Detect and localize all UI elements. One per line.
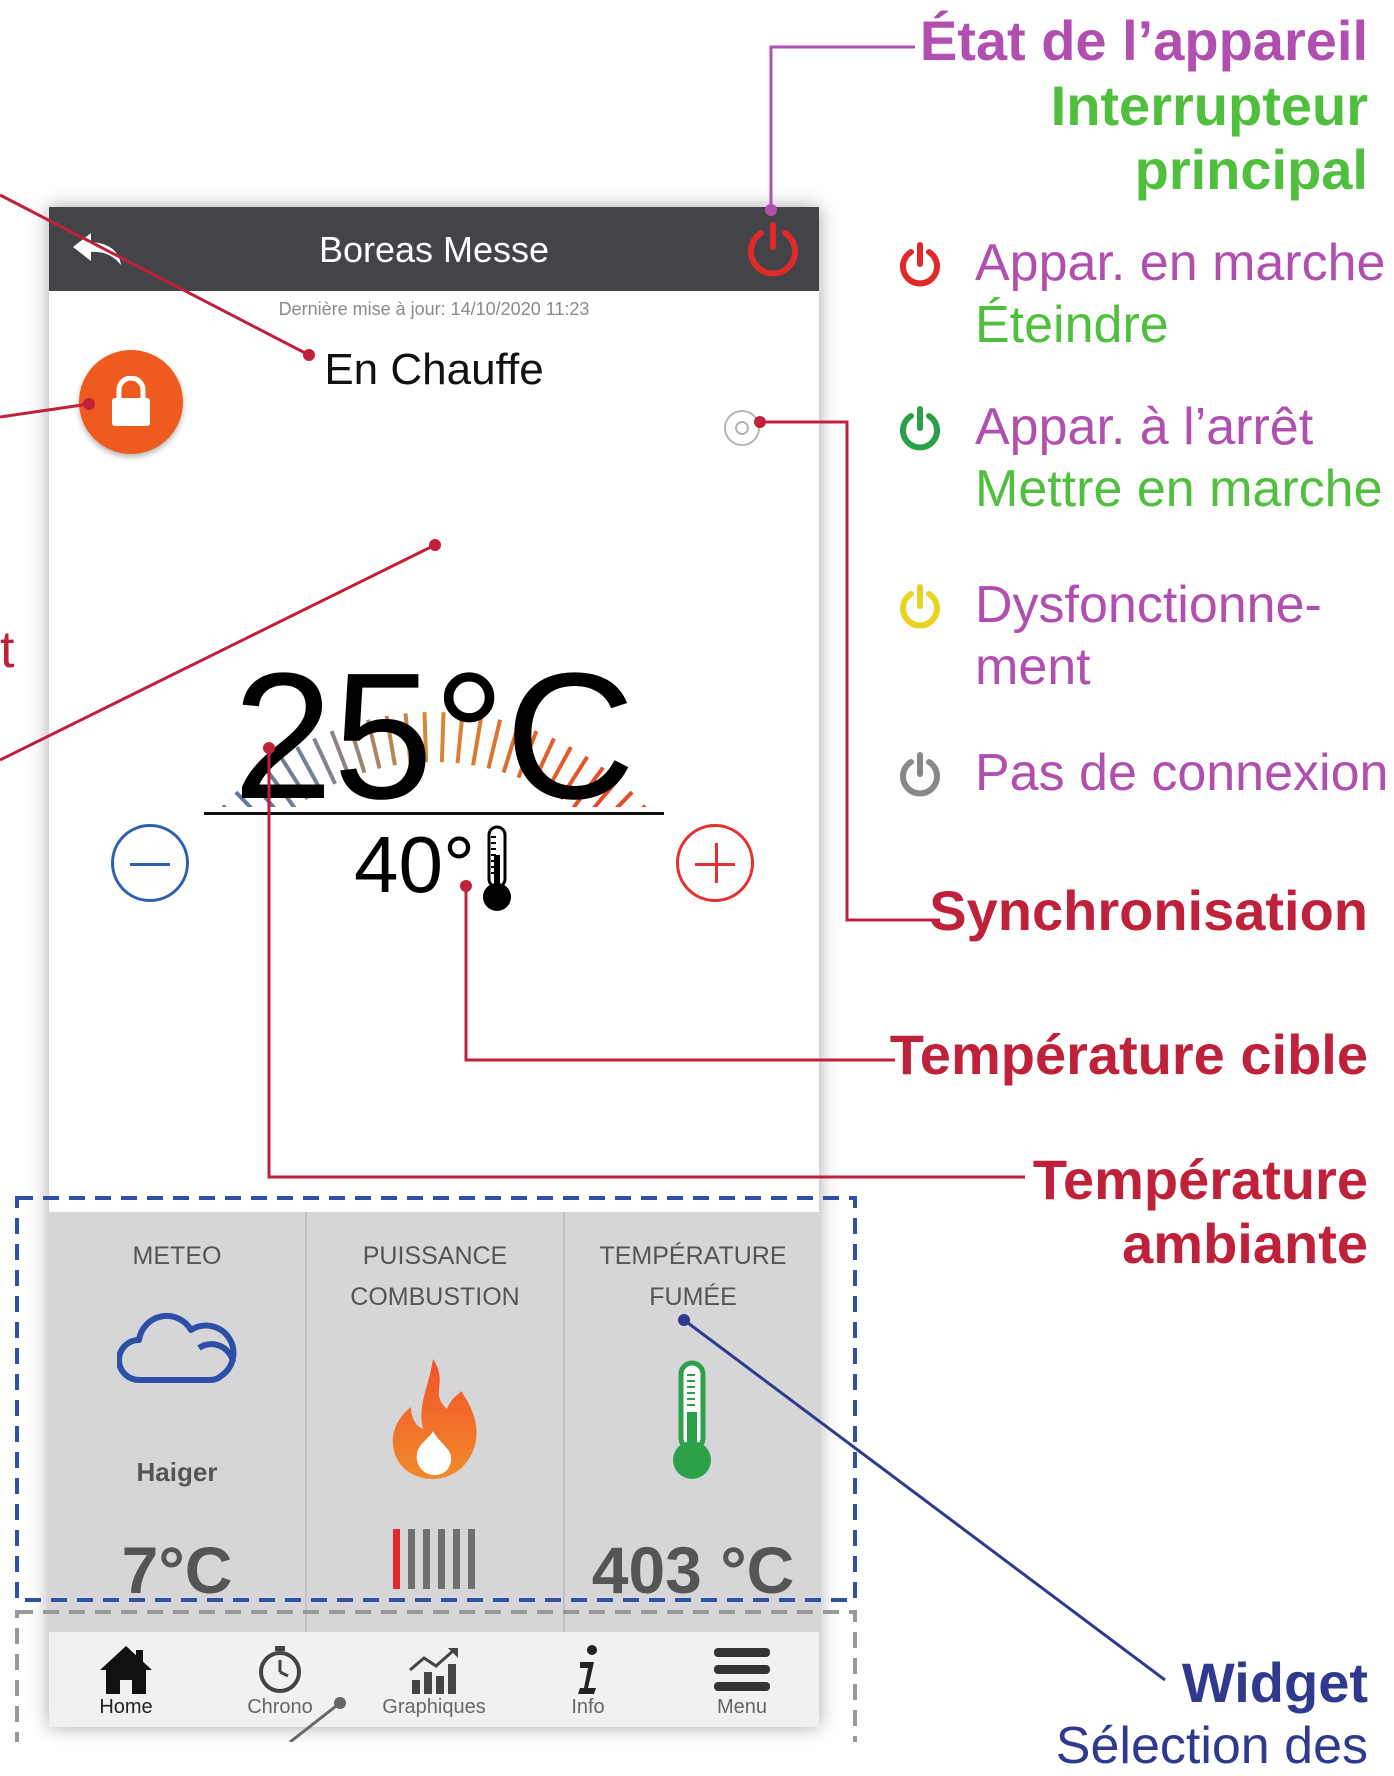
cutoff-label: t bbox=[0, 621, 15, 679]
power-state-action: Mettre en marche bbox=[975, 460, 1383, 518]
device-state-heading: État de l’appareil bbox=[919, 9, 1368, 72]
target-temp-label: Température cible bbox=[889, 1023, 1368, 1086]
power-state-action: Éteindre bbox=[975, 296, 1169, 354]
ambient-temp-label: Température ambiante bbox=[1032, 1148, 1368, 1275]
main-switch-label: Interrupteur principal bbox=[1050, 74, 1368, 201]
power-state-icon bbox=[900, 584, 940, 629]
power-state-label: Dysfonctionne-ment bbox=[975, 574, 1322, 698]
power-state-label: Pas de connexion bbox=[975, 742, 1388, 804]
power-state-text: Appar. à l’arrêt bbox=[975, 398, 1314, 456]
power-state-icon bbox=[900, 406, 940, 451]
power-state-label: Appar. en marche Éteindre bbox=[975, 232, 1385, 356]
widget-label: Widget bbox=[1181, 1651, 1368, 1714]
sync-label: Synchronisation bbox=[929, 879, 1368, 942]
power-state-text: Dysfonctionne- bbox=[975, 576, 1322, 634]
widget-sublabel: Sélection des bbox=[1055, 1717, 1368, 1775]
power-state-text: Appar. en marche bbox=[975, 234, 1386, 292]
power-state-icon bbox=[900, 242, 940, 287]
power-state-label: Appar. à l’arrêt Mettre en marche bbox=[975, 396, 1383, 520]
power-state-icon bbox=[900, 752, 940, 797]
power-state-action: ment bbox=[975, 638, 1091, 696]
power-state-text: Pas de connexion bbox=[975, 744, 1389, 802]
